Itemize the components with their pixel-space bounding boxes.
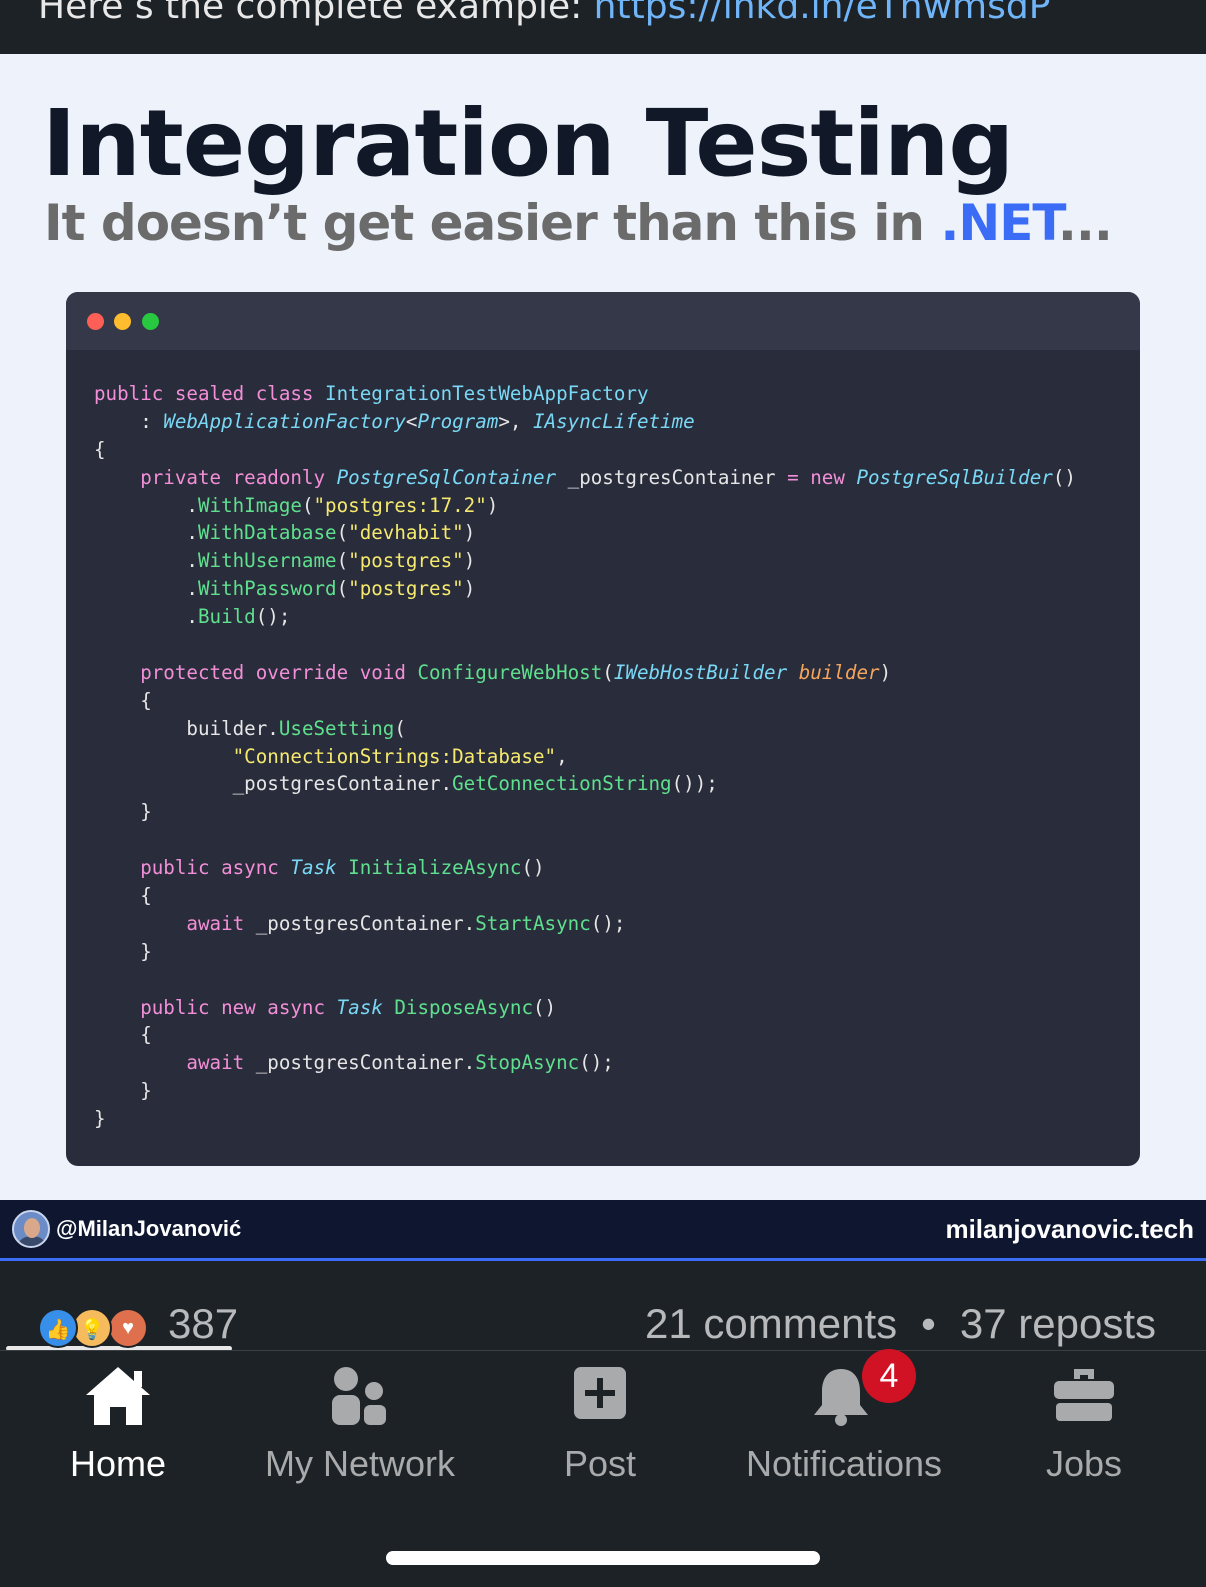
nav-jobs-label: Jobs <box>1045 1443 1123 1484</box>
code-line: builder.UseSetting( <box>94 716 406 740</box>
code-line: .WithUsername("postgres") <box>94 549 476 573</box>
home-icon <box>86 1367 150 1425</box>
code-line: { <box>94 1023 152 1047</box>
minimize-dot-icon <box>114 313 131 330</box>
code-window-titlebar <box>66 292 1140 350</box>
image-title: Integration Testing <box>42 90 1014 197</box>
post-link[interactable]: https://lnkd.in/eThwmsdP <box>594 0 1051 27</box>
code-line: .WithImage("postgres:17.2") <box>94 493 499 517</box>
my-network-icon <box>332 1367 386 1425</box>
nav-post-label: Post <box>563 1443 637 1484</box>
code-line: await _postgresContainer.StopAsync(); <box>94 1051 614 1075</box>
net-highlight: .NET <box>940 194 1059 252</box>
code-line: } <box>94 939 152 963</box>
briefcase-icon <box>1054 1369 1114 1421</box>
code-window: public sealed class IntegrationTestWebAp… <box>66 292 1140 1166</box>
code-block: public sealed class IntegrationTestWebAp… <box>94 380 1076 1133</box>
nav-home[interactable]: Home <box>18 1351 218 1484</box>
separator: • <box>921 1300 936 1347</box>
image-footer: @MilanJovanović milanjovanovic.tech <box>0 1200 1206 1261</box>
code-line: public sealed class IntegrationTestWebAp… <box>94 382 649 405</box>
reposts-count[interactable]: 37 reposts <box>960 1300 1156 1347</box>
code-line: await _postgresContainer.StartAsync(); <box>94 911 626 935</box>
reactions-summary[interactable]: 👍 💡 ♥ <box>38 1308 158 1350</box>
reaction-count[interactable]: 387 <box>168 1300 238 1348</box>
nav-my-network[interactable]: My Network <box>250 1351 470 1484</box>
code-line: } <box>94 800 152 824</box>
post-text: Here’s the complete example: <box>38 0 594 27</box>
post-image[interactable]: Integration Testing It doesn’t get easie… <box>0 54 1206 1200</box>
code-line: { <box>94 437 106 461</box>
maximize-dot-icon <box>142 313 159 330</box>
code-line: } <box>94 1079 152 1103</box>
code-line: .WithPassword("postgres") <box>94 577 476 601</box>
code-line: private readonly PostgreSqlContainer _po… <box>94 465 1076 489</box>
code-line: "ConnectionStrings:Database", <box>94 744 568 768</box>
author-website: milanjovanovic.tech <box>945 1214 1194 1244</box>
code-line: { <box>94 884 152 908</box>
code-line: public async Task InitializeAsync() <box>94 856 545 880</box>
social-counts: 👍 💡 ♥ 387 21 comments • 37 reposts <box>0 1290 1206 1350</box>
like-icon: 👍 <box>38 1308 78 1348</box>
code-line: } <box>94 1107 106 1131</box>
post-plus-icon <box>574 1367 626 1419</box>
home-indicator <box>386 1551 820 1565</box>
nav-jobs[interactable]: Jobs <box>984 1351 1184 1484</box>
nav-home-label: Home <box>69 1443 167 1484</box>
comments-count[interactable]: 21 comments <box>645 1300 897 1347</box>
close-dot-icon <box>87 313 104 330</box>
author-avatar <box>12 1210 50 1248</box>
notifications-badge: 4 <box>862 1349 916 1403</box>
nav-post[interactable]: Post <box>500 1351 700 1484</box>
code-line: { <box>94 688 152 712</box>
code-line: .Build(); <box>94 605 291 629</box>
post-text-snippet: Here’s the complete example: https://lnk… <box>0 0 1206 54</box>
code-line: .WithDatabase("devhabit") <box>94 521 476 545</box>
code-line: : WebApplicationFactory<Program>, IAsync… <box>94 409 695 433</box>
insightful-icon: 💡 <box>72 1308 112 1348</box>
image-subtitle: It doesn’t get easier than this in .NET.… <box>44 194 1113 252</box>
love-icon: ♥ <box>108 1308 148 1348</box>
bottom-navigation: Home My Network Post 4 Notifications Job… <box>0 1349 1206 1501</box>
nav-my-network-label: My Network <box>264 1443 456 1484</box>
code-line: protected override void ConfigureWebHost… <box>94 660 892 684</box>
code-line: public new async Task DisposeAsync() <box>94 995 557 1019</box>
nav-notifications[interactable]: 4 Notifications <box>734 1349 954 1484</box>
nav-notifications-label: Notifications <box>745 1443 943 1484</box>
author-handle: @MilanJovanović <box>56 1216 242 1241</box>
code-line: _postgresContainer.GetConnectionString()… <box>94 772 718 796</box>
